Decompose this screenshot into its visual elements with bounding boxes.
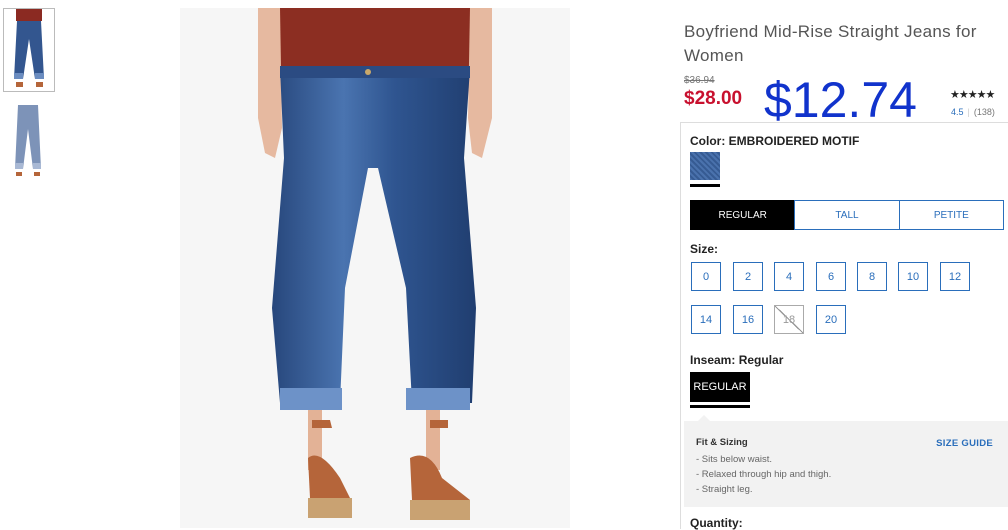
inseam-selected-indicator xyxy=(690,405,750,408)
size-option-14[interactable]: 14 xyxy=(691,305,721,334)
size-guide-link[interactable]: SIZE GUIDE xyxy=(936,438,993,449)
original-price: $36.94 xyxy=(684,75,715,86)
size-option-16[interactable]: 16 xyxy=(733,305,763,334)
inseam-regular-button[interactable]: REGULAR xyxy=(690,372,750,402)
fit-box-caret xyxy=(698,415,710,421)
inseam-label-text: Inseam: xyxy=(690,353,736,367)
jeans-model-illustration xyxy=(180,8,570,528)
product-main-image xyxy=(180,8,570,528)
product-title: Boyfriend Mid-Rise Straight Jeans for Wo… xyxy=(684,22,977,65)
size-option-4[interactable]: 4 xyxy=(774,262,804,291)
size-option-8[interactable]: 8 xyxy=(857,262,887,291)
fit-detail-line: - Sits below waist. xyxy=(696,454,773,465)
size-option-20[interactable]: 20 xyxy=(816,305,846,334)
fit-detail-line: - Relaxed through hip and thigh. xyxy=(696,469,832,480)
rating-stars-icon[interactable]: ★★★★★ xyxy=(950,88,995,101)
rating-value: 4.5 xyxy=(951,107,964,117)
inseam-value: Regular xyxy=(738,353,784,367)
fit-tabs: REGULAR TALL PETITE xyxy=(690,200,1004,230)
sale-price: $28.00 xyxy=(684,88,743,109)
tab-petite[interactable]: PETITE xyxy=(898,200,1004,230)
review-count: (138) xyxy=(973,107,995,117)
deal-price: $12.74 xyxy=(764,72,917,128)
size-option-6[interactable]: 6 xyxy=(816,262,846,291)
size-option-12[interactable]: 12 xyxy=(940,262,970,291)
color-label-text: Color: xyxy=(690,134,726,148)
color-swatch-embroidered-motif[interactable] xyxy=(690,152,720,180)
color-label: Color: EMBROIDERED MOTIF xyxy=(690,134,859,148)
fit-sizing-box: Fit & Sizing SIZE GUIDE - Sits below wai… xyxy=(684,415,1008,507)
tab-tall[interactable]: TALL xyxy=(794,200,900,230)
thumbnail-alt-view[interactable] xyxy=(3,100,55,184)
size-option-0[interactable]: 0 xyxy=(691,262,721,291)
alt-view-image xyxy=(15,105,41,176)
fit-detail-line: - Straight leg. xyxy=(696,484,753,495)
fit-sizing-heading: Fit & Sizing xyxy=(696,437,748,448)
thumbnail-front-view[interactable] xyxy=(3,8,55,92)
thumbnail-strip xyxy=(3,8,55,192)
front-view-image xyxy=(14,9,44,87)
rating-divider: | xyxy=(967,107,970,117)
size-option-2[interactable]: 2 xyxy=(733,262,763,291)
size-label: Size: xyxy=(690,242,718,256)
swatch-selected-indicator xyxy=(690,184,720,187)
size-option-10[interactable]: 10 xyxy=(898,262,928,291)
tab-regular[interactable]: REGULAR xyxy=(690,200,796,230)
size-option-18-unavailable[interactable]: 18 xyxy=(774,305,804,334)
inseam-label: Inseam: Regular xyxy=(690,353,783,367)
rating-summary[interactable]: 4.5 | (138) xyxy=(951,107,995,117)
color-value: EMBROIDERED MOTIF xyxy=(728,134,860,148)
size-label-text: Size: xyxy=(690,242,719,256)
